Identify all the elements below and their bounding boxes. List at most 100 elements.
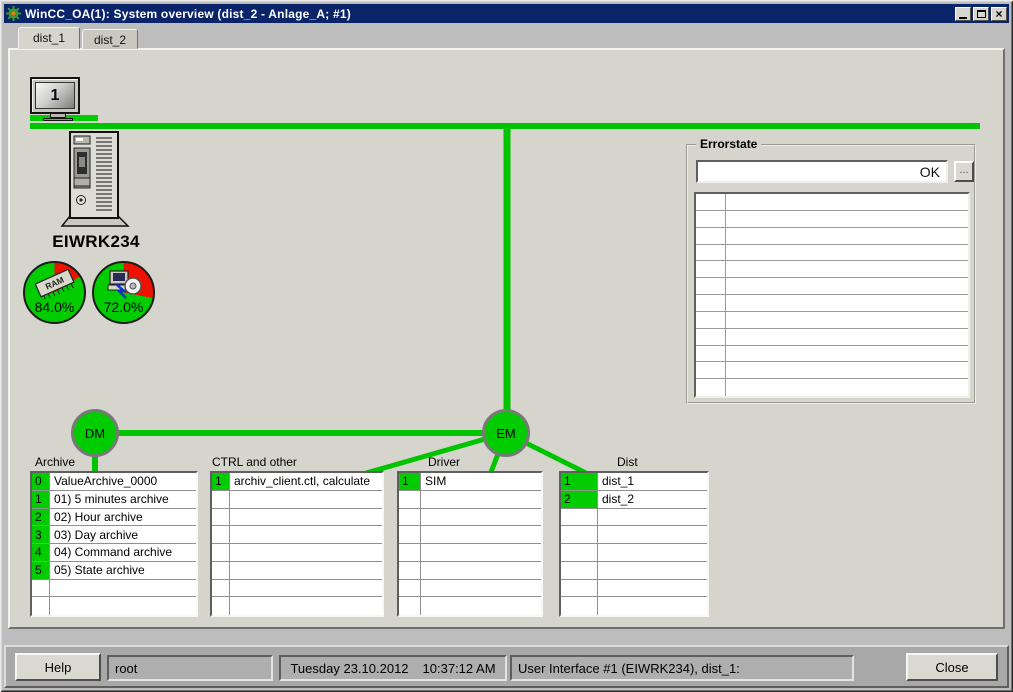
row-text-cell — [421, 509, 541, 526]
tab-dist-1[interactable]: dist_1 — [18, 27, 80, 49]
table-row[interactable] — [399, 597, 541, 615]
row-index-cell: 1 — [399, 473, 421, 490]
table-row[interactable] — [212, 509, 382, 527]
driver-table[interactable]: 1SIM — [397, 471, 543, 617]
table-row[interactable] — [212, 597, 382, 615]
event-manager-node[interactable]: EM — [482, 409, 530, 457]
errorstate-browse-button[interactable]: ... — [954, 161, 974, 182]
row-text-cell — [421, 597, 541, 615]
table-row[interactable]: 2dist_2 — [561, 491, 707, 509]
table-row[interactable]: 505) State archive — [32, 562, 196, 580]
help-button[interactable]: Help — [15, 653, 101, 681]
row-text-cell — [50, 580, 196, 597]
errorstate-index-cell — [696, 329, 726, 345]
ui-monitor-icon[interactable]: 1 — [30, 77, 86, 121]
table-row[interactable] — [399, 544, 541, 562]
row-text-cell — [598, 562, 707, 579]
server-tower-icon[interactable] — [54, 130, 134, 232]
table-row[interactable]: 1dist_1 — [561, 473, 707, 491]
errorstate-group: Errorstate OK ... — [686, 144, 976, 404]
maximize-button[interactable] — [973, 7, 989, 21]
row-text-cell: ValueArchive_0000 — [50, 473, 196, 490]
table-row[interactable] — [399, 509, 541, 527]
errorstate-row[interactable] — [696, 312, 968, 329]
table-row[interactable]: 202) Hour archive — [32, 509, 196, 527]
errorstate-row[interactable] — [696, 362, 968, 379]
table-row[interactable] — [212, 526, 382, 544]
row-index-cell — [399, 509, 421, 526]
errorstate-text-cell — [726, 329, 968, 345]
errorstate-row[interactable] — [696, 245, 968, 262]
row-index-cell: 3 — [32, 526, 50, 543]
errorstate-index-cell — [696, 245, 726, 261]
row-text-cell — [598, 597, 707, 615]
row-index-cell — [212, 491, 230, 508]
table-row[interactable]: 1archiv_client.ctl, calculate — [212, 473, 382, 491]
table-row[interactable] — [32, 597, 196, 615]
errorstate-table[interactable] — [694, 192, 970, 398]
memory-usage-pie: RAM 84.0% — [23, 261, 86, 324]
errorstate-index-cell — [696, 228, 726, 244]
table-row[interactable] — [212, 544, 382, 562]
row-index-cell — [212, 597, 230, 615]
table-row[interactable] — [212, 562, 382, 580]
row-text-cell — [230, 580, 382, 597]
errorstate-text-cell — [726, 245, 968, 261]
row-text-cell: dist_1 — [598, 473, 707, 490]
row-text-cell — [230, 491, 382, 508]
table-row[interactable] — [399, 580, 541, 598]
errorstate-row[interactable] — [696, 211, 968, 228]
errorstate-index-cell — [696, 379, 726, 396]
errorstate-row[interactable] — [696, 379, 968, 396]
errorstate-row[interactable] — [696, 329, 968, 346]
table-row[interactable] — [561, 544, 707, 562]
monitor-screen-frame: 1 — [30, 77, 80, 114]
table-row[interactable]: 0ValueArchive_0000 — [32, 473, 196, 491]
errorstate-text-cell — [726, 278, 968, 294]
errorstate-row[interactable] — [696, 295, 968, 312]
time-text: 10:37:12 AM — [423, 661, 496, 676]
errorstate-row[interactable] — [696, 261, 968, 278]
dist-table[interactable]: 1dist_12dist_2 — [559, 471, 709, 617]
driver-table-label: Driver — [428, 455, 460, 469]
errorstate-row[interactable] — [696, 228, 968, 245]
table-row[interactable] — [212, 491, 382, 509]
user-field[interactable]: root — [107, 655, 273, 681]
table-row[interactable]: 101) 5 minutes archive — [32, 491, 196, 509]
table-row[interactable] — [399, 562, 541, 580]
errorstate-status-field[interactable]: OK — [696, 160, 948, 183]
row-index-cell — [399, 580, 421, 597]
tab-dist-2[interactable]: dist_2 — [82, 29, 138, 49]
minimize-button[interactable] — [955, 7, 971, 21]
table-row[interactable] — [561, 562, 707, 580]
row-index-cell: 2 — [561, 491, 598, 508]
table-row[interactable]: 404) Command archive — [32, 544, 196, 562]
close-icon: × — [995, 8, 1002, 20]
table-row[interactable] — [561, 597, 707, 615]
archive-table[interactable]: 0ValueArchive_0000101) 5 minutes archive… — [30, 471, 198, 617]
table-row[interactable] — [561, 526, 707, 544]
close-button[interactable]: Close — [906, 653, 998, 681]
row-text-cell — [230, 562, 382, 579]
host-name-label: EIWRK234 — [26, 232, 166, 252]
table-row[interactable] — [32, 580, 196, 598]
window-title: WinCC_OA(1): System overview (dist_2 - A… — [25, 7, 351, 21]
ctrl-table[interactable]: 1archiv_client.ctl, calculate — [210, 471, 384, 617]
errorstate-row[interactable] — [696, 278, 968, 295]
row-text-cell — [50, 597, 196, 615]
table-row[interactable] — [399, 491, 541, 509]
close-window-button[interactable]: × — [991, 7, 1007, 21]
row-text-cell — [598, 509, 707, 526]
table-row[interactable] — [399, 526, 541, 544]
table-row[interactable] — [212, 580, 382, 598]
data-manager-node[interactable]: DM — [71, 409, 119, 457]
row-text-cell: archiv_client.ctl, calculate — [230, 473, 382, 490]
table-row[interactable] — [561, 580, 707, 598]
errorstate-row[interactable] — [696, 194, 968, 211]
table-row[interactable]: 303) Day archive — [32, 526, 196, 544]
row-index-cell: 2 — [32, 509, 50, 526]
errorstate-row[interactable] — [696, 346, 968, 363]
row-text-cell: SIM — [421, 473, 541, 490]
table-row[interactable]: 1SIM — [399, 473, 541, 491]
table-row[interactable] — [561, 509, 707, 527]
